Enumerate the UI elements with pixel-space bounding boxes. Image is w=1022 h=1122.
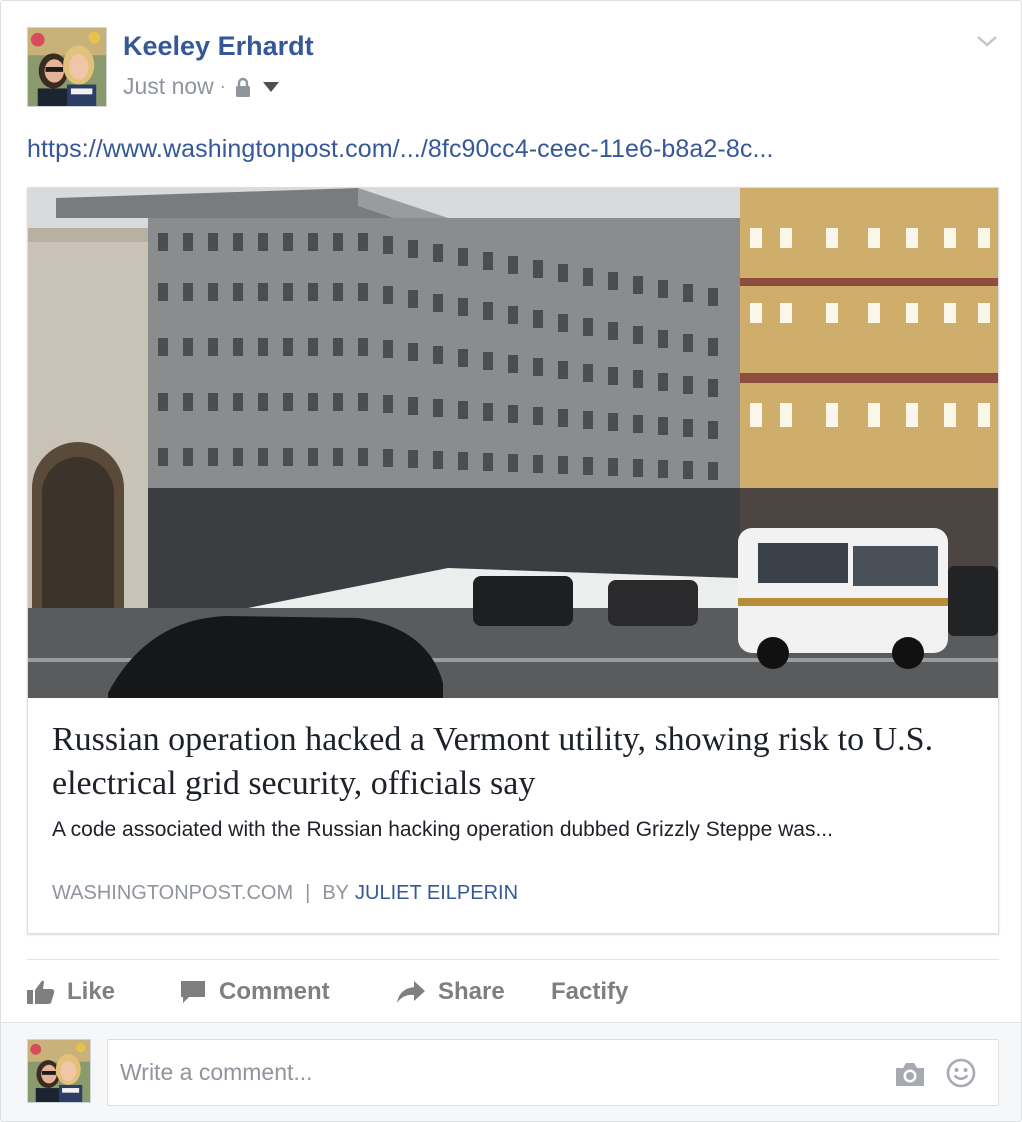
comment-label: Comment	[219, 978, 330, 1005]
article-source-line: WASHINGTONPOST.COM | BY JULIET EILPERIN	[52, 882, 518, 905]
lock-icon[interactable]	[232, 76, 254, 98]
commenter-avatar[interactable]	[27, 1039, 91, 1103]
action-bar: Like Comment Share Factify	[27, 973, 628, 1011]
share-arrow-icon	[397, 981, 425, 1003]
comment-button[interactable]: Comment	[179, 978, 396, 1006]
factify-button[interactable]: Factify	[551, 978, 628, 1006]
factify-label: Factify	[551, 978, 629, 1005]
like-label: Like	[67, 978, 116, 1005]
comment-box[interactable]	[107, 1039, 999, 1106]
like-button[interactable]: Like	[27, 978, 179, 1006]
article-source: WASHINGTONPOST.COM	[52, 882, 294, 904]
byline-prefix: BY	[322, 882, 350, 904]
article-title[interactable]: Russian operation hacked a Vermont utili…	[52, 718, 982, 806]
share-label: Share	[438, 978, 505, 1005]
byline-author[interactable]: JULIET EILPERIN	[355, 882, 518, 905]
building-photo	[28, 188, 998, 698]
audience-caret-icon[interactable]	[262, 81, 280, 93]
link-preview-card[interactable]: Russian operation hacked a Vermont utili…	[27, 187, 999, 934]
article-image[interactable]	[28, 188, 998, 698]
article-description: A code associated with the Russian hacki…	[52, 818, 833, 841]
shared-link[interactable]: https://www.washingtonpost.com/.../8fc90…	[27, 135, 774, 164]
author-name[interactable]: Keeley Erhardt	[123, 31, 314, 62]
share-button[interactable]: Share	[396, 978, 551, 1006]
comment-bubble-icon	[181, 981, 205, 1003]
emoji-smile-icon[interactable]	[946, 1058, 976, 1088]
thumbs-up-icon	[27, 980, 55, 1004]
source-separator: |	[305, 882, 311, 904]
post-meta: Just now ·	[123, 73, 280, 100]
comment-input[interactable]	[120, 1054, 860, 1090]
chevron-down-icon[interactable]	[975, 31, 999, 51]
camera-icon[interactable]	[894, 1060, 926, 1088]
action-divider	[27, 959, 999, 960]
avatar-photo	[28, 1040, 90, 1102]
feed-post: Keeley Erhardt Just now · https://www.wa…	[0, 0, 1022, 1122]
post-timestamp[interactable]: Just now	[123, 73, 214, 100]
avatar-photo	[28, 28, 106, 106]
meta-separator: ·	[219, 76, 226, 96]
author-avatar[interactable]	[27, 27, 107, 107]
